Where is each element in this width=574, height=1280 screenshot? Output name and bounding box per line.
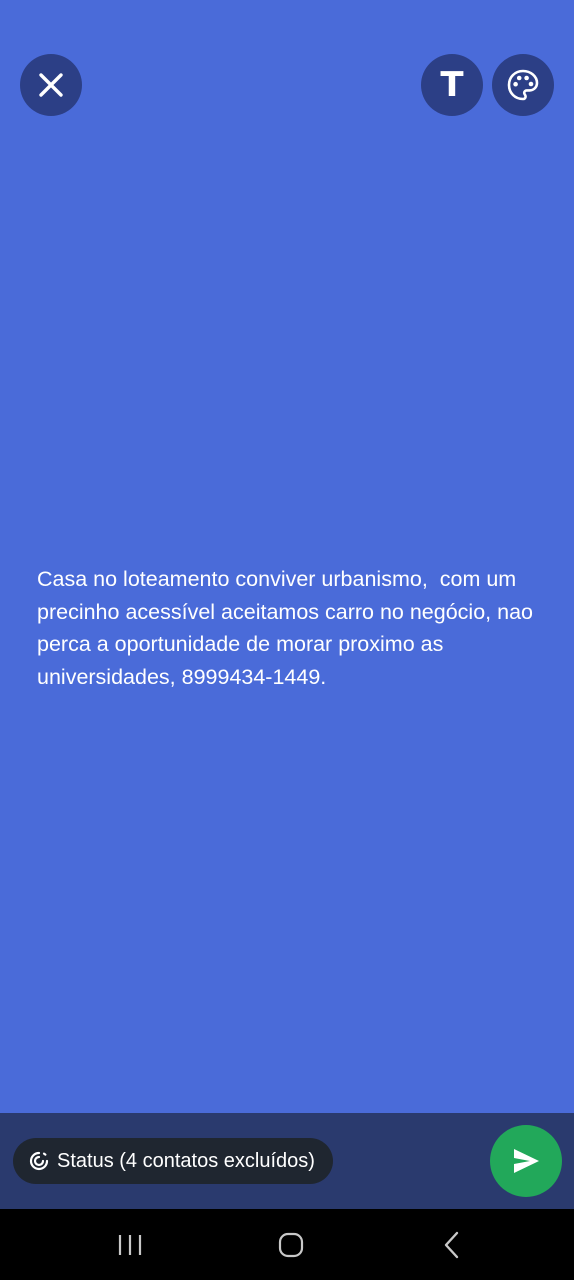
close-icon [39,73,63,97]
text-tool-label: T [440,65,464,105]
bottom-bar: Status (4 contatos excluídos) [0,1113,574,1209]
text-tool-button[interactable]: T [421,54,483,116]
home-button[interactable] [251,1209,331,1280]
system-navigation-bar [0,1209,574,1280]
close-button[interactable] [20,54,82,116]
send-icon [514,1149,539,1173]
recents-button[interactable] [90,1209,170,1280]
audience-selector[interactable]: Status (4 contatos excluídos) [13,1138,333,1184]
palette-icon [507,69,539,101]
status-text[interactable]: Casa no loteamento conviver urbanismo, c… [37,563,557,693]
status-canvas: T Casa no loteamento conviver urbanismo,… [0,0,574,1113]
back-icon [444,1231,459,1258]
home-icon [278,1232,304,1257]
back-button[interactable] [412,1209,492,1280]
status-ring-icon [29,1151,49,1171]
audience-label: Status (4 contatos excluídos) [57,1149,315,1172]
recents-icon [118,1234,142,1255]
color-palette-button[interactable] [492,54,554,116]
send-button[interactable] [490,1125,562,1197]
